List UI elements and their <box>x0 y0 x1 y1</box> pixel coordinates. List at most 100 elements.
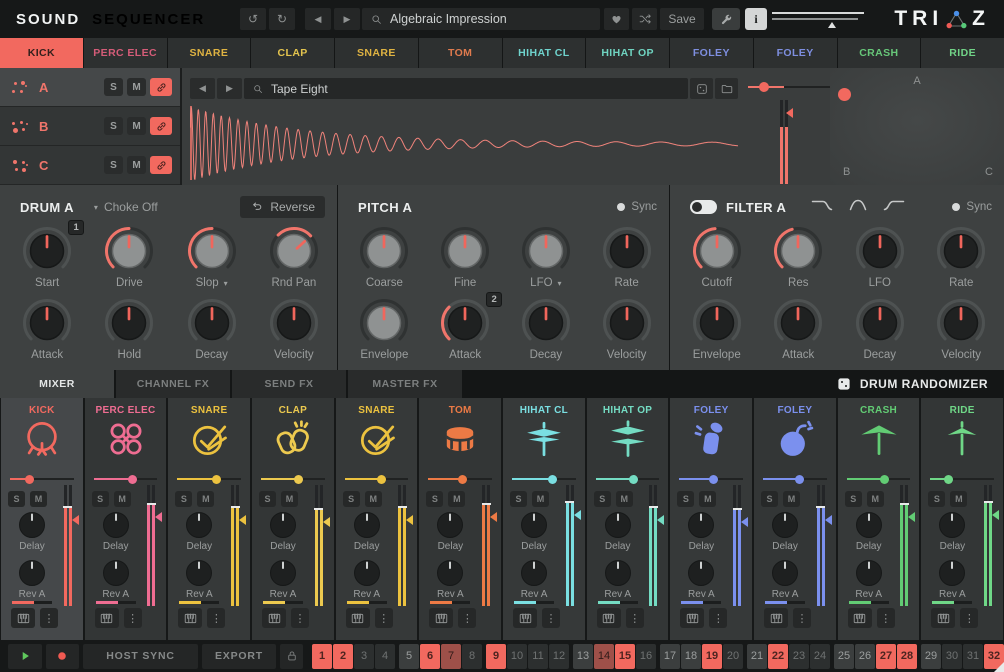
layer-link-button[interactable] <box>150 78 172 96</box>
reverb-mini-slider[interactable] <box>598 601 638 604</box>
filter-enable-toggle[interactable] <box>690 200 717 214</box>
mute-button[interactable]: M <box>532 491 549 507</box>
fx-tab-master-fx[interactable]: MASTER FX <box>348 370 462 398</box>
layer-solo-button[interactable]: S <box>104 78 123 96</box>
layer-solo-button[interactable]: S <box>104 117 123 135</box>
shuffle-button[interactable] <box>632 8 657 30</box>
mute-button[interactable]: M <box>783 491 800 507</box>
mute-button[interactable]: M <box>699 491 716 507</box>
step-18[interactable]: 18 <box>681 644 701 669</box>
knob-lfo[interactable]: LFO <box>841 223 919 289</box>
pan-slider[interactable] <box>930 474 994 484</box>
layer-mute-button[interactable]: M <box>127 78 146 96</box>
host-sync-button[interactable]: HOST SYNC <box>83 644 198 669</box>
meter-handle-icon[interactable] <box>239 515 246 525</box>
knob-decay[interactable]: Decay <box>841 295 919 361</box>
track-tab-crash[interactable]: CRASH <box>838 38 921 68</box>
step-7[interactable]: 7 <box>441 644 461 669</box>
meter-handle-icon[interactable] <box>323 517 330 527</box>
save-button[interactable]: Save <box>660 8 704 30</box>
fx-tab-send-fx[interactable]: SEND FX <box>232 370 346 398</box>
reverb-mini-slider[interactable] <box>514 601 554 604</box>
step-6[interactable]: 6 <box>420 644 440 669</box>
meter-handle-icon[interactable] <box>908 512 915 522</box>
mixer-strip-foley-9[interactable]: FOLEYSMDelayRev A⋮ <box>670 398 752 640</box>
knob-fine[interactable]: Fine <box>426 223 504 289</box>
track-tab-foley[interactable]: FOLEY <box>670 38 753 68</box>
knob-rate[interactable]: Rate <box>588 223 666 289</box>
knob-decay[interactable]: Decay <box>173 295 251 361</box>
pan-handle[interactable] <box>128 475 137 484</box>
meter-handle-icon[interactable] <box>825 515 832 525</box>
undo-button[interactable]: ↺ <box>240 8 266 30</box>
reverb-mini-slider[interactable] <box>347 601 387 604</box>
solo-button[interactable]: S <box>92 491 109 507</box>
lock-button[interactable] <box>280 644 303 669</box>
mixer-strip-foley-10[interactable]: FOLEYSMDelayRev A⋮ <box>754 398 836 640</box>
layer-link-button[interactable] <box>150 117 172 135</box>
layer-solo-button[interactable]: S <box>104 156 123 174</box>
solo-button[interactable]: S <box>845 491 862 507</box>
meter-handle-icon[interactable] <box>490 512 497 522</box>
step-17[interactable]: 17 <box>660 644 680 669</box>
solo-button[interactable]: S <box>761 491 778 507</box>
pan-handle[interactable] <box>294 475 303 484</box>
mute-button[interactable]: M <box>950 491 967 507</box>
meter-handle-icon[interactable] <box>992 510 999 520</box>
highpass-filter-icon[interactable] <box>880 197 906 218</box>
layer-link-button[interactable] <box>150 156 172 174</box>
mixer-strip-hihat-cl-7[interactable]: HIHAT CLSMDelayRev A⋮ <box>503 398 585 640</box>
pan-slider[interactable] <box>679 474 743 484</box>
pan-handle[interactable] <box>212 475 221 484</box>
step-23[interactable]: 23 <box>789 644 809 669</box>
step-9[interactable]: 9 <box>486 644 506 669</box>
channel-menu-button[interactable]: ⋮ <box>542 608 560 628</box>
layer-level-meter[interactable] <box>777 100 793 184</box>
blend-pad-handle[interactable] <box>838 88 851 101</box>
channel-menu-button[interactable]: ⋮ <box>960 608 978 628</box>
lowpass-filter-icon[interactable] <box>810 197 836 218</box>
filter-sync-toggle[interactable]: Sync <box>952 201 992 213</box>
step-2[interactable]: 2 <box>333 644 353 669</box>
layer-blend-pad[interactable]: A B C <box>830 68 1004 185</box>
layer-mute-button[interactable]: M <box>127 117 146 135</box>
reverb-mini-slider[interactable] <box>849 601 889 604</box>
pan-slider[interactable] <box>596 474 660 484</box>
track-tab-foley[interactable]: FOLEY <box>754 38 837 68</box>
prev-preset-button[interactable]: ◀ <box>305 8 331 30</box>
reverb-mini-slider[interactable] <box>430 601 470 604</box>
track-tab-perc-elec[interactable]: PERC ELEC <box>84 38 167 68</box>
step-14[interactable]: 14 <box>594 644 614 669</box>
step-27[interactable]: 27 <box>876 644 896 669</box>
reverb-mini-slider[interactable] <box>263 601 303 604</box>
knob-rate[interactable]: Rate <box>922 223 1000 289</box>
meter-handle-icon[interactable] <box>741 517 748 527</box>
keyboard-button[interactable] <box>764 608 788 628</box>
mixer-strip-snare-3[interactable]: SNARESMDelayRev A⋮ <box>168 398 250 640</box>
knob-envelope[interactable]: Envelope <box>678 295 756 361</box>
step-26[interactable]: 26 <box>855 644 875 669</box>
step-25[interactable]: 25 <box>834 644 854 669</box>
solo-button[interactable]: S <box>426 491 443 507</box>
channel-menu-button[interactable]: ⋮ <box>793 608 811 628</box>
channel-menu-button[interactable]: ⋮ <box>877 608 895 628</box>
knob-lfo[interactable]: LFO▾ <box>507 223 585 289</box>
redo-button[interactable]: ↻ <box>269 8 295 30</box>
solo-button[interactable]: S <box>259 491 276 507</box>
mixer-strip-tom-6[interactable]: TOMSMDelayRev A⋮ <box>419 398 501 640</box>
keyboard-button[interactable] <box>680 608 704 628</box>
pan-handle[interactable] <box>795 475 804 484</box>
channel-menu-button[interactable]: ⋮ <box>40 608 58 628</box>
pan-slider[interactable] <box>345 474 409 484</box>
pan-slider[interactable] <box>763 474 827 484</box>
level-handle-icon[interactable] <box>786 108 793 118</box>
meter-handle-icon[interactable] <box>574 510 581 520</box>
channel-menu-button[interactable]: ⋮ <box>626 608 644 628</box>
track-tab-ride[interactable]: RIDE <box>921 38 1004 68</box>
solo-button[interactable]: S <box>510 491 527 507</box>
channel-menu-button[interactable]: ⋮ <box>709 608 727 628</box>
track-tab-tom[interactable]: TOM <box>419 38 502 68</box>
mute-button[interactable]: M <box>448 491 465 507</box>
keyboard-button[interactable] <box>848 608 872 628</box>
play-button[interactable] <box>8 644 42 669</box>
